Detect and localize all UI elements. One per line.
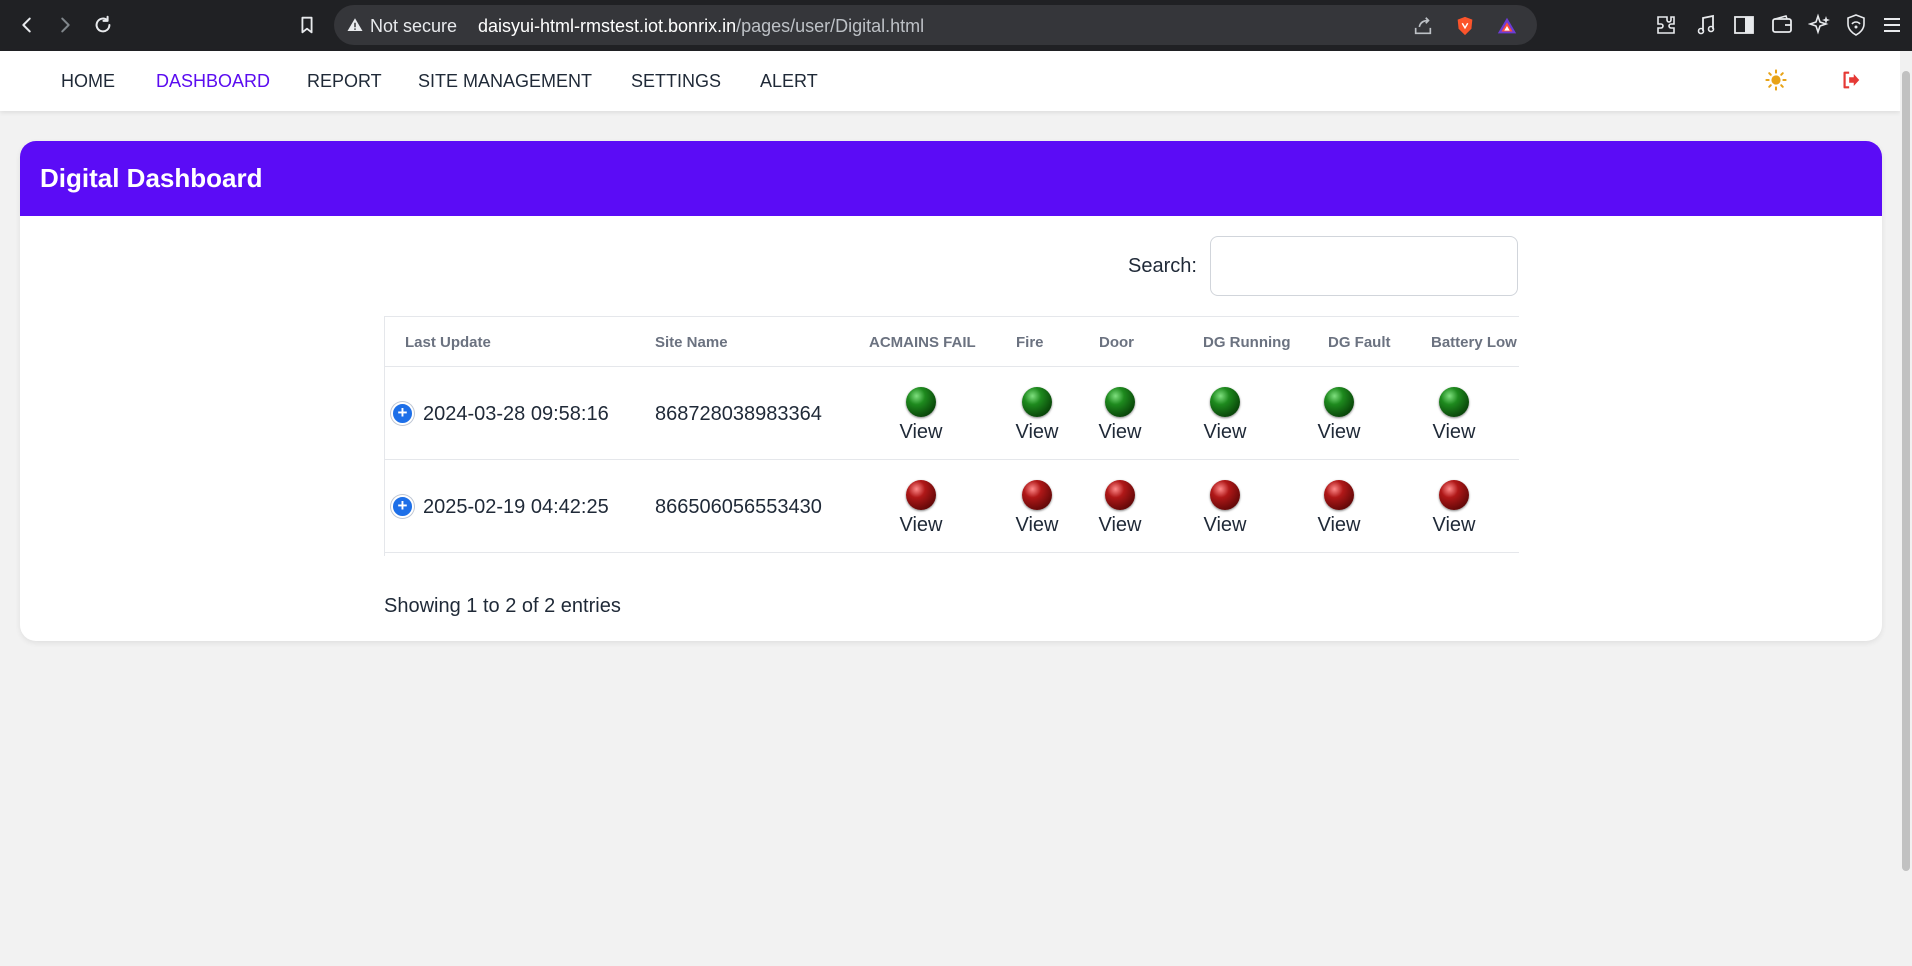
nav-settings[interactable]: SETTINGS (631, 71, 721, 92)
status-led-icon (1210, 387, 1240, 417)
table-row: + 2024-03-28 09:58:16 868728038983364 Vi… (385, 367, 1519, 460)
view-link[interactable]: View (1419, 421, 1489, 444)
nav-alert[interactable]: ALERT (760, 71, 818, 92)
status-led-icon (1105, 480, 1135, 510)
nav-dashboard[interactable]: DASHBOARD (156, 71, 270, 92)
sun-icon[interactable] (1765, 69, 1787, 91)
site-name-cell: 868728038983364 (655, 403, 822, 425)
page-scrollbar[interactable] (1900, 51, 1912, 966)
view-link[interactable]: View (1304, 421, 1374, 444)
brave-rewards-icon[interactable] (1496, 15, 1518, 37)
view-link[interactable]: View (1085, 421, 1155, 444)
entries-info: Showing 1 to 2 of 2 entries (384, 595, 621, 617)
address-bar[interactable]: Not secure daisyui-html-rmstest.iot.bonr… (334, 5, 1537, 45)
menu-icon[interactable] (1880, 13, 1904, 37)
logout-icon[interactable] (1840, 69, 1862, 91)
col-acmains-fail[interactable]: ACMAINS FAIL (869, 334, 976, 351)
view-link[interactable]: View (1190, 514, 1260, 537)
table-header: Last Update Site Name ACMAINS FAIL Fire … (385, 316, 1519, 367)
view-link[interactable]: View (886, 514, 956, 537)
col-battery-low[interactable]: Battery Low (1431, 334, 1517, 351)
last-update-cell: 2024-03-28 09:58:16 (423, 403, 609, 425)
security-label[interactable]: Not secure (370, 16, 457, 37)
extensions-icon[interactable] (1654, 13, 1678, 37)
table-row: + 2025-02-19 04:42:25 866506056553430 Vi… (385, 460, 1519, 553)
acmains-fail-status: View (886, 387, 956, 447)
url-path: /pages/user/Digital.html (736, 16, 925, 36)
status-led-icon (1105, 387, 1135, 417)
view-link[interactable]: View (1304, 514, 1374, 537)
fire-status: View (1002, 480, 1072, 540)
door-status: View (1085, 387, 1155, 447)
scrollbar-thumb[interactable] (1902, 71, 1910, 871)
dg-running-status: View (1190, 480, 1260, 540)
digital-dashboard-card: Digital Dashboard Search: Last Update Si… (20, 141, 1882, 641)
brave-shield-icon[interactable] (1454, 15, 1476, 37)
col-dg-fault[interactable]: DG Fault (1328, 334, 1391, 351)
last-update-cell: 2025-02-19 04:42:25 (423, 496, 609, 518)
bookmark-icon[interactable] (294, 12, 320, 38)
search-label: Search: (1128, 255, 1197, 277)
page-title: Digital Dashboard (40, 163, 263, 193)
col-dg-running[interactable]: DG Running (1203, 334, 1290, 351)
status-led-icon (906, 387, 936, 417)
browser-toolbar: Not secure daisyui-html-rmstest.iot.bonr… (0, 0, 1912, 51)
battery-low-status: View (1419, 387, 1489, 447)
nav-site-management[interactable]: SITE MANAGEMENT (418, 71, 592, 92)
site-name-cell: 866506056553430 (655, 496, 822, 518)
view-link[interactable]: View (1419, 514, 1489, 537)
music-icon[interactable] (1694, 13, 1718, 37)
dg-fault-status: View (1304, 480, 1374, 540)
forward-icon[interactable] (52, 12, 78, 38)
acmains-fail-status: View (886, 480, 956, 540)
expand-row-icon[interactable]: + (391, 402, 414, 425)
status-led-icon (1439, 387, 1469, 417)
url-host: daisyui-html-rmstest.iot.bonrix.in (478, 16, 737, 36)
share-icon[interactable] (1412, 15, 1434, 37)
status-led-icon (1324, 387, 1354, 417)
card-header: Digital Dashboard (20, 141, 1882, 216)
status-led-icon (906, 480, 936, 510)
status-led-icon (1022, 480, 1052, 510)
view-link[interactable]: View (886, 421, 956, 444)
fire-status: View (1002, 387, 1072, 447)
search-input[interactable] (1210, 236, 1518, 296)
view-link[interactable]: View (1002, 514, 1072, 537)
status-led-icon (1022, 387, 1052, 417)
status-led-icon (1324, 480, 1354, 510)
url-text[interactable]: daisyui-html-rmstest.iot.bonrix.in/pages… (478, 16, 924, 37)
nav-home[interactable]: HOME (61, 71, 115, 92)
view-link[interactable]: View (1085, 514, 1155, 537)
leo-ai-icon[interactable] (1807, 13, 1832, 37)
reload-icon[interactable] (90, 12, 116, 38)
status-led-icon (1210, 480, 1240, 510)
col-site-name[interactable]: Site Name (655, 334, 728, 351)
back-icon[interactable] (14, 12, 40, 38)
view-link[interactable]: View (1190, 421, 1260, 444)
warning-triangle-icon[interactable] (346, 16, 364, 34)
digital-status-table: Last Update Site Name ACMAINS FAIL Fire … (384, 316, 1519, 556)
dg-fault-status: View (1304, 387, 1374, 447)
col-fire[interactable]: Fire (1016, 334, 1044, 351)
col-door[interactable]: Door (1099, 334, 1134, 351)
main-navbar: HOME DASHBOARD REPORT SITE MANAGEMENT SE… (0, 51, 1900, 111)
expand-row-icon[interactable]: + (391, 495, 414, 518)
vpn-icon[interactable] (1844, 13, 1868, 37)
door-status: View (1085, 480, 1155, 540)
wallet-icon[interactable] (1770, 13, 1794, 37)
status-led-icon (1439, 480, 1469, 510)
nav-report[interactable]: REPORT (307, 71, 382, 92)
dg-running-status: View (1190, 387, 1260, 447)
col-last-update[interactable]: Last Update (405, 334, 491, 351)
view-link[interactable]: View (1002, 421, 1072, 444)
battery-low-status: View (1419, 480, 1489, 540)
sidebar-icon[interactable] (1732, 13, 1756, 37)
